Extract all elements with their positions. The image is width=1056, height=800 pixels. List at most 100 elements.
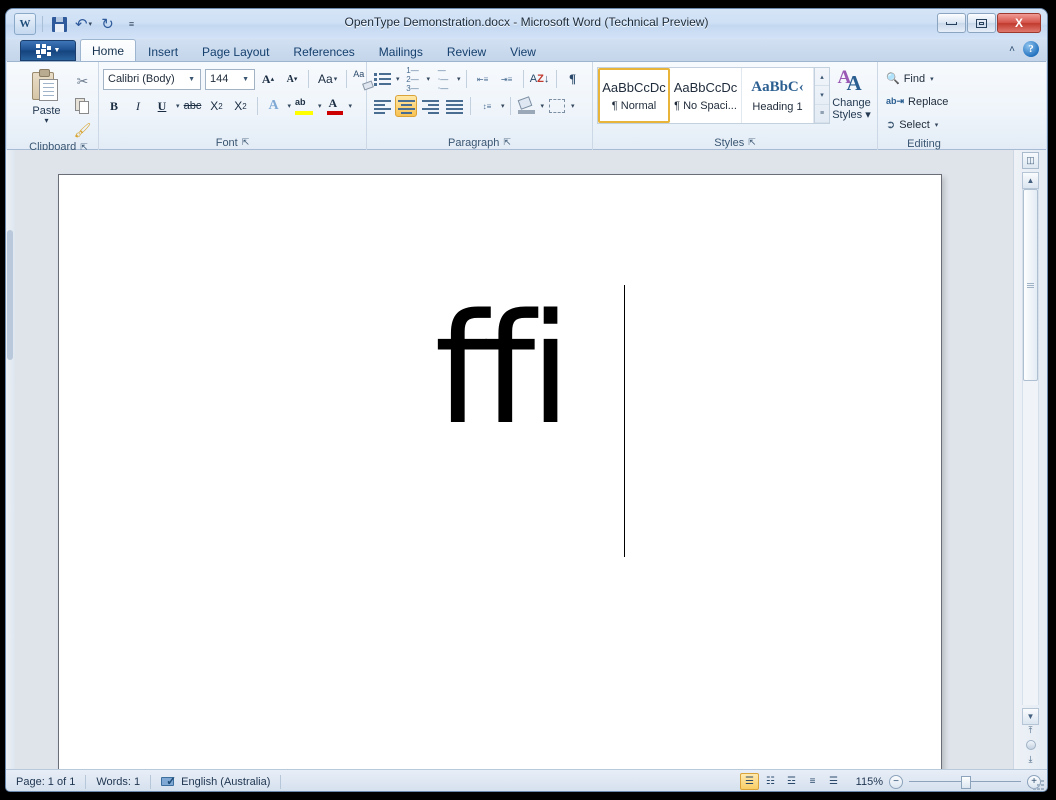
tab-references[interactable]: References (281, 41, 366, 61)
left-scroll-thumb[interactable] (7, 230, 13, 360)
previous-page-icon[interactable]: ⤒ (1029, 725, 1033, 736)
vertical-scroll-thumb[interactable] (1023, 189, 1038, 381)
left-scroll-strip[interactable] (6, 150, 15, 769)
shading-button[interactable] (516, 95, 538, 117)
chevron-down-icon[interactable]: ▾ (457, 75, 461, 83)
tab-view[interactable]: View (498, 41, 548, 61)
styles-more-icon[interactable]: ≡ (815, 105, 829, 123)
tab-insert[interactable]: Insert (136, 41, 190, 61)
chevron-down-icon[interactable]: ▾ (501, 102, 505, 110)
close-button[interactable]: X (997, 13, 1041, 33)
select-browse-object-icon[interactable] (1026, 740, 1036, 750)
chevron-down-icon[interactable]: ▾ (176, 102, 180, 110)
subscript-button[interactable]: X2 (206, 95, 228, 117)
underline-button[interactable]: U (151, 95, 173, 117)
sort-button[interactable]: AZ↓ (529, 68, 551, 90)
font-color-button[interactable]: A (324, 95, 346, 117)
multilevel-list-button[interactable]: —⋅—⋅— (432, 68, 454, 90)
text-highlight-color-button[interactable]: ab (293, 95, 315, 117)
chevron-down-icon[interactable]: ▼ (185, 76, 198, 83)
style-normal[interactable]: AaBbCcDc ¶ Normal (598, 68, 670, 123)
dialog-launcher-icon[interactable]: ⇱ (503, 137, 511, 148)
status-words[interactable]: Words: 1 (86, 773, 150, 791)
view-print-layout[interactable]: ☰ (740, 773, 759, 790)
styles-scroll-up-icon[interactable]: ▴ (815, 68, 829, 86)
chevron-down-icon[interactable]: ▾ (349, 102, 353, 110)
tab-home[interactable]: Home (80, 39, 136, 61)
borders-button[interactable] (546, 95, 568, 117)
scroll-up-arrow-icon[interactable]: ▲ (1022, 172, 1039, 189)
chevron-down-icon[interactable]: ▾ (318, 102, 322, 110)
tab-review[interactable]: Review (435, 41, 498, 61)
status-page[interactable]: Page: 1 of 1 (6, 773, 85, 791)
chevron-down-icon[interactable]: ▾ (396, 75, 400, 83)
next-page-icon[interactable]: ⤓ (1029, 754, 1033, 765)
chevron-down-icon[interactable]: ▾ (288, 102, 292, 110)
dialog-launcher-icon[interactable]: ⇱ (242, 137, 250, 148)
chevron-down-icon[interactable]: ▼ (239, 76, 252, 83)
zoom-level-label[interactable]: 115% (849, 776, 883, 788)
resize-grip[interactable] (1033, 780, 1045, 792)
view-web-layout[interactable]: ☲ (782, 773, 801, 790)
scroll-down-arrow-icon[interactable]: ▼ (1022, 708, 1039, 725)
paste-button[interactable]: Paste ▾ (23, 67, 71, 125)
grow-font-button[interactable]: A▴ (257, 68, 279, 90)
tab-mailings[interactable]: Mailings (367, 41, 435, 61)
ribbon: Paste ▾ ✂ 🖌 Clipboard ⇱ Calibri (Body) (7, 61, 1046, 150)
shrink-font-button[interactable]: A▾ (281, 68, 303, 90)
tab-page-layout[interactable]: Page Layout (190, 41, 281, 61)
cut-button[interactable]: ✂ (71, 71, 95, 93)
align-left-button[interactable] (371, 95, 393, 117)
line-spacing-button[interactable]: ↕≡ (476, 95, 498, 117)
italic-button[interactable]: I (127, 95, 149, 117)
style-no-spacing[interactable]: AaBbCcDc ¶ No Spaci... (670, 68, 742, 123)
group-paragraph: ▾ 1—2—3— ▾ —⋅—⋅— ▾ ⇤≡ ⇥≡ AZ↓ ¶ (367, 62, 593, 151)
document-canvas[interactable]: ffi (15, 150, 1013, 769)
view-outline[interactable]: ≡ (803, 773, 822, 790)
bullets-button[interactable] (371, 68, 393, 90)
chevron-up-icon[interactable]: ˄ (1009, 44, 1015, 55)
zoom-slider-thumb[interactable] (961, 776, 971, 789)
vertical-scroll-track[interactable] (1022, 189, 1039, 705)
format-painter-button[interactable]: 🖌 (71, 119, 95, 141)
align-center-button[interactable] (395, 95, 417, 117)
text-effects-button[interactable]: A (263, 95, 285, 117)
minimize-button[interactable] (937, 13, 966, 33)
chevron-down-icon[interactable]: ▾ (541, 102, 545, 110)
font-name-input[interactable]: Calibri (Body) ▼ (103, 69, 201, 90)
view-draft[interactable]: ☰ (824, 773, 843, 790)
find-button[interactable]: 🔍 Find ▾ (886, 67, 934, 90)
chevron-down-icon[interactable]: ▾ (935, 121, 939, 129)
chevron-down-icon[interactable]: ▾ (930, 75, 934, 83)
ruler-toggle-icon[interactable]: ◫ (1022, 152, 1039, 169)
bold-button[interactable]: B (103, 95, 125, 117)
strikethrough-button[interactable]: abc (182, 95, 204, 117)
change-styles-button[interactable]: AA Change Styles ▾ (830, 67, 873, 121)
zoom-slider[interactable] (909, 775, 1021, 789)
font-size-input[interactable]: 144 ▼ (205, 69, 255, 90)
numbering-button[interactable]: 1—2—3— (402, 68, 424, 90)
help-icon[interactable]: ? (1023, 41, 1039, 57)
vertical-scrollbar[interactable]: ◫ ▲ ▼ ⤒ ⤓ (1013, 150, 1047, 769)
styles-scroll-down-icon[interactable]: ▾ (815, 86, 829, 104)
zoom-out-button[interactable]: − (889, 775, 903, 789)
decrease-indent-button[interactable]: ⇤≡ (472, 68, 494, 90)
status-language[interactable]: ✓ English (Australia) (151, 773, 280, 791)
replace-button[interactable]: ab⇥ Replace (886, 90, 948, 113)
change-case-button[interactable]: Aa▾ (314, 68, 341, 90)
copy-button[interactable] (71, 95, 95, 117)
align-right-button[interactable] (419, 95, 441, 117)
dialog-launcher-icon[interactable]: ⇱ (748, 137, 756, 148)
restore-button[interactable] (967, 13, 996, 33)
document-page[interactable]: ffi (58, 174, 942, 769)
superscript-button[interactable]: X2 (230, 95, 252, 117)
file-menu-button[interactable]: ▼ (20, 40, 76, 61)
style-heading-1[interactable]: AaBbC‹ Heading 1 (742, 68, 814, 123)
view-full-screen-reading[interactable]: ☷ (761, 773, 780, 790)
increase-indent-button[interactable]: ⇥≡ (496, 68, 518, 90)
chevron-down-icon[interactable]: ▾ (571, 102, 575, 110)
chevron-down-icon[interactable]: ▾ (427, 75, 431, 83)
show-formatting-marks-button[interactable]: ¶ (562, 68, 584, 90)
justify-button[interactable] (443, 95, 465, 117)
select-button[interactable]: ➲ Select ▾ (886, 113, 938, 136)
